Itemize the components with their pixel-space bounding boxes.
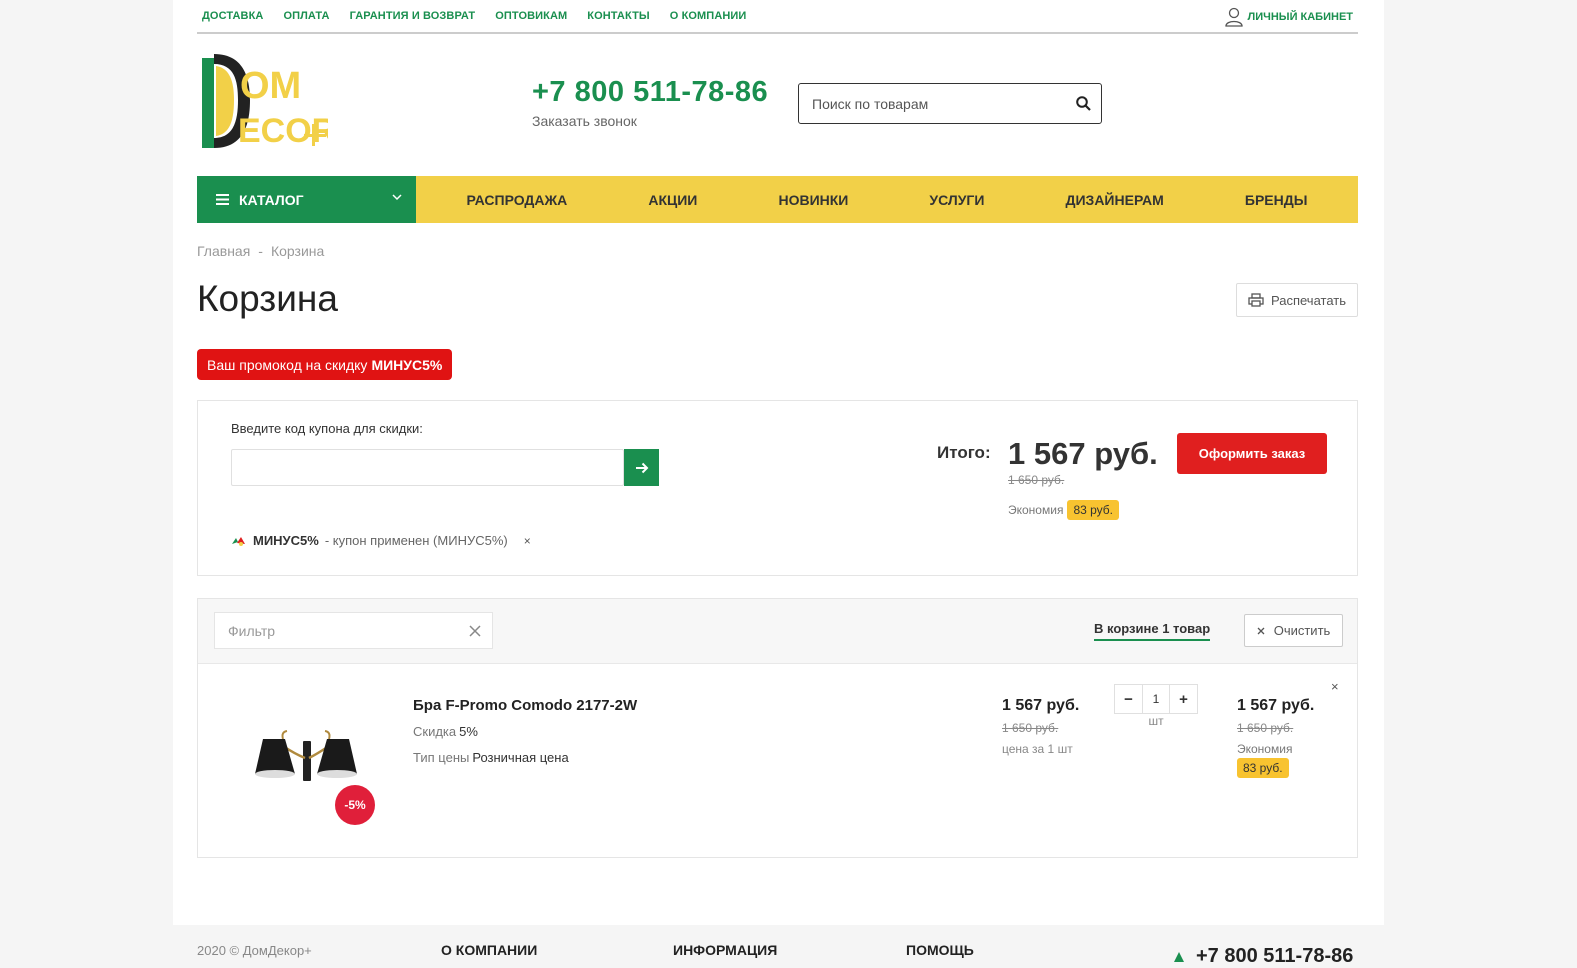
prop-label: Скидка — [413, 724, 457, 739]
toplink-payment[interactable]: ОПЛАТА — [283, 10, 329, 22]
print-label: Распечатать — [1270, 292, 1346, 308]
breadcrumb-home[interactable]: Главная — [197, 243, 250, 259]
search-icon[interactable] — [1065, 96, 1101, 111]
nav-bar: РАСПРОДАЖА АКЦИИ НОВИНКИ УСЛУГИ ДИЗАЙНЕР… — [416, 176, 1358, 223]
applied-coupon: МИНУС5% - купон применен (МИНУС5%) × — [231, 533, 531, 548]
logo-image: OM ECOR — [202, 54, 336, 150]
callback-link[interactable]: Заказать звонок — [532, 113, 637, 129]
footer: 2020 © ДомДекор+ О КОМПАНИИ ИНФОРМАЦИЯ П… — [0, 925, 1577, 967]
printer-icon — [1248, 293, 1264, 307]
close-icon — [1257, 627, 1265, 634]
coupon-input[interactable] — [231, 449, 624, 486]
toplink-warranty[interactable]: ГАРАНТИЯ И ВОЗВРАТ — [350, 10, 476, 22]
prop-label: Тип цены — [413, 750, 470, 765]
toplink-about[interactable]: О КОМПАНИИ — [670, 10, 747, 22]
economy-badge: 83 руб. — [1067, 500, 1119, 520]
user-icon — [1224, 7, 1243, 27]
clear-filter-icon[interactable] — [458, 624, 492, 637]
prop-value: 5% — [459, 724, 478, 739]
remove-coupon-button[interactable]: × — [524, 534, 531, 548]
footer-help-heading[interactable]: ПОМОЩЬ — [906, 942, 974, 958]
item-sum-col: 1 567 руб. 1 650 руб. Экономия 83 руб. — [1237, 697, 1314, 778]
search-box — [798, 83, 1102, 124]
tab-in-cart[interactable]: В корзине 1 товар — [1094, 621, 1211, 641]
applied-coupon-code: МИНУС5% — [253, 533, 319, 548]
personal-cabinet-link[interactable]: ЛИЧНЫЙ КАБИНЕТ — [1224, 0, 1354, 34]
product-name[interactable]: Бра F-Promo Comodo 2177-2W — [413, 697, 637, 714]
total-old-price: 1 650 руб. — [1008, 473, 1065, 487]
unit-price: 1 567 руб. — [1002, 697, 1080, 714]
quantity-value[interactable]: 1 — [1142, 685, 1170, 713]
main-nav: КАТАЛОГ РАСПРОДАЖА АКЦИИ НОВИНКИ УСЛУГИ … — [197, 176, 1358, 223]
nav-item-services[interactable]: УСЛУГИ — [929, 192, 984, 208]
catalog-label: КАТАЛОГ — [239, 191, 304, 208]
remove-item-button[interactable]: × — [1331, 679, 1339, 694]
footer-copyright: 2020 © ДомДекор+ — [197, 943, 312, 958]
print-button[interactable]: Распечатать — [1236, 283, 1358, 317]
toplink-delivery[interactable]: ДОСТАВКА — [202, 10, 263, 22]
item-economy-label: Экономия — [1237, 742, 1293, 756]
nav-item-brands[interactable]: БРЕНДЫ — [1245, 192, 1308, 208]
increase-qty-button[interactable]: + — [1170, 685, 1197, 713]
cabinet-label: ЛИЧНЫЙ КАБИНЕТ — [1247, 11, 1354, 23]
unit-price-col: 1 567 руб. 1 650 руб. цена за 1 шт — [1002, 697, 1079, 756]
catalog-button[interactable]: КАТАЛОГ — [197, 176, 416, 223]
phone-icon — [1174, 951, 1184, 962]
product-prop-price-type: Тип цены Розничная цена — [413, 750, 569, 765]
coupon-total-box: Введите код купона для скидки: МИНУС5% -… — [197, 400, 1358, 576]
item-sum: 1 567 руб. — [1237, 697, 1315, 714]
filter-box — [214, 612, 493, 649]
quantity-unit: шт — [1148, 714, 1164, 728]
menu-icon — [216, 194, 229, 205]
promo-text: Ваш промокод на скидку — [207, 356, 368, 373]
filter-input[interactable] — [215, 622, 458, 639]
total-economy: Экономия 83 руб. — [1008, 500, 1119, 520]
checkout-button[interactable]: Оформить заказ — [1177, 433, 1327, 474]
footer-phone[interactable]: +7 800 511-78-86 — [1172, 945, 1353, 968]
cart-list: В корзине 1 товар Очистить -5% Бра F-Pro… — [197, 598, 1358, 858]
quantity-stepper: − 1 + — [1114, 684, 1198, 714]
nav-item-sale[interactable]: РАСПРОДАЖА — [467, 192, 568, 208]
footer-info-heading[interactable]: ИНФОРМАЦИЯ — [673, 942, 777, 958]
nav-item-new[interactable]: НОВИНКИ — [778, 192, 848, 208]
item-economy-badge: 83 руб. — [1237, 758, 1289, 778]
breadcrumb: Главная - Корзина — [197, 243, 324, 259]
breadcrumb-current: Корзина — [270, 243, 325, 259]
header-phone[interactable]: +7 800 511-78-86 — [532, 76, 768, 109]
applied-coupon-text: - купон применен (МИНУС5%) — [324, 533, 508, 548]
economy-label: Экономия — [1008, 503, 1064, 517]
item-old-sum: 1 650 руб. — [1237, 721, 1294, 735]
coupon-label: Введите код купона для скидки: — [231, 421, 423, 436]
site-logo[interactable]: OM ECOR — [200, 52, 336, 150]
nav-item-promotions[interactable]: АКЦИИ — [648, 192, 697, 208]
promo-code: МИНУС5% — [371, 356, 443, 373]
discount-badge: -5% — [335, 785, 375, 825]
decrease-qty-button[interactable]: − — [1115, 685, 1142, 713]
total-label: Итого: — [937, 443, 991, 462]
breadcrumb-separator: - — [258, 243, 263, 259]
coupon-tag-icon — [232, 536, 245, 546]
nav-item-designers[interactable]: ДИЗАЙНЕРАМ — [1066, 192, 1164, 208]
footer-about-heading[interactable]: О КОМПАНИИ — [441, 942, 537, 958]
prop-value: Розничная цена — [472, 750, 569, 765]
unit-old-price: 1 650 руб. — [1002, 721, 1059, 735]
toplink-contacts[interactable]: КОНТАКТЫ — [587, 10, 649, 22]
chevron-down-icon — [392, 194, 402, 201]
clear-cart-label: Очистить — [1273, 623, 1331, 638]
logo-text-om: OM — [240, 65, 301, 107]
clear-cart-button[interactable]: Очистить — [1244, 614, 1343, 647]
top-links-bar: ДОСТАВКА ОПЛАТА ГАРАНТИЯ И ВОЗВРАТ ОПТОВ… — [197, 0, 1358, 34]
search-input[interactable] — [799, 95, 1065, 112]
product-prop-discount: Скидка 5% — [413, 724, 478, 739]
arrow-right-icon — [635, 462, 648, 473]
total-value: 1 567 руб. — [1008, 436, 1158, 471]
page-title: Корзина — [197, 278, 338, 319]
footer-phone-number: +7 800 511-78-86 — [1196, 945, 1354, 967]
toplink-wholesale[interactable]: ОПТОВИКАМ — [495, 10, 567, 22]
cart-header: В корзине 1 товар Очистить — [198, 599, 1357, 664]
coupon-apply-button[interactable] — [624, 449, 659, 486]
unit-price-note: цена за 1 шт — [1002, 742, 1073, 756]
promo-banner: Ваш промокод на скидку МИНУС5% — [197, 349, 453, 380]
